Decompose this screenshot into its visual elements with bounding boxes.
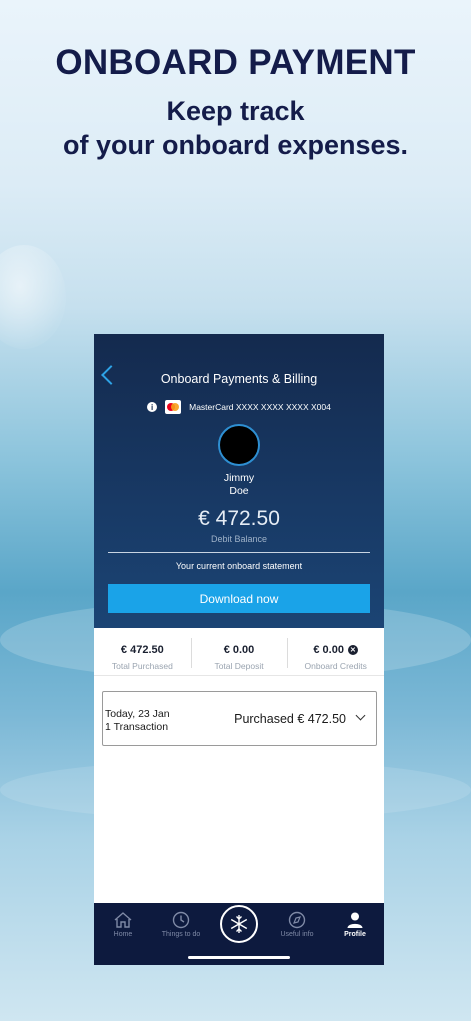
transaction-group[interactable]: Today, 23 Jan 1 Transaction Purchased € … [102,691,377,746]
transaction-date: Today, 23 Jan 1 Transaction [105,708,170,734]
bottom-nav: Home Things to do Useful info Profile [94,903,384,965]
promo-headline: ONBOARD PAYMENT Keep track of your onboa… [0,42,471,162]
transaction-count: 1 Transaction [105,721,169,733]
user-first-name: Jimmy [223,472,255,484]
summary-label: Total Deposit [214,661,264,671]
nav-label: Profile [344,931,366,938]
nav-useful-info[interactable]: Useful info [268,911,326,938]
chevron-down-icon[interactable] [355,710,366,721]
summary-value: € 0.00 [223,644,255,656]
summary-value-wrap: € 0.00 ✕ [313,644,358,656]
summary-value: € 472.50 [120,644,164,656]
summary-value: € 0.00 [313,644,344,656]
billing-header: Onboard Payments & Billing i MasterCard … [94,334,384,628]
nav-profile[interactable]: Profile [326,911,384,938]
nav-things-to-do[interactable]: Things to do [152,911,210,938]
mastercard-icon [165,400,182,414]
nav-label: Useful info [280,931,314,938]
screen-title: Onboard Payments & Billing [160,372,318,386]
snowflake-icon [230,915,248,933]
user-name: Jimmy Doe [94,472,384,498]
summary-label: Onboard Credits [304,661,367,671]
headline-subtitle-line2: of your onboard expenses. [62,130,409,160]
phone-screen: Onboard Payments & Billing i MasterCard … [94,334,384,965]
download-button[interactable]: Download now [108,584,370,613]
home-indicator [188,956,290,959]
headline-title: ONBOARD PAYMENT [55,43,416,82]
balance-label: Debit Balance [210,534,268,544]
statement-label: Your current onboard statement [175,561,303,571]
card-info-row: i MasterCard XXXX XXXX XXXX X004 [94,400,384,414]
nav-center-button[interactable] [220,905,258,943]
info-icon[interactable]: i [147,402,158,412]
nav-label: Home [113,931,133,938]
summary-label: Total Purchased [111,661,173,671]
compass-icon [288,911,306,929]
headline-subtitle-line1: Keep track [166,96,305,126]
card-number: MasterCard XXXX XXXX XXXX X004 [189,402,331,412]
nav-label: Things to do [161,931,201,938]
background-bubble [0,245,66,349]
summary-row: € 472.50 Total Purchased € 0.00 Total De… [94,630,384,676]
clock-icon [172,911,190,929]
profile-icon [347,912,363,928]
credits-icon[interactable]: ✕ [347,645,358,655]
divider [108,552,370,553]
summary-total-deposit: € 0.00 Total Deposit [190,630,288,675]
balance-amount: € 472.50 [198,507,280,530]
home-icon [114,912,132,928]
nav-home[interactable]: Home [94,911,152,938]
avatar [218,424,260,466]
user-last-name: Doe [229,485,249,497]
transaction-summary: Purchased € 472.50 [234,712,346,726]
summary-total-purchased: € 472.50 Total Purchased [94,630,191,675]
summary-onboard-credits[interactable]: € 0.00 ✕ Onboard Credits [287,630,384,675]
transaction-day: Today, 23 Jan [105,708,170,720]
